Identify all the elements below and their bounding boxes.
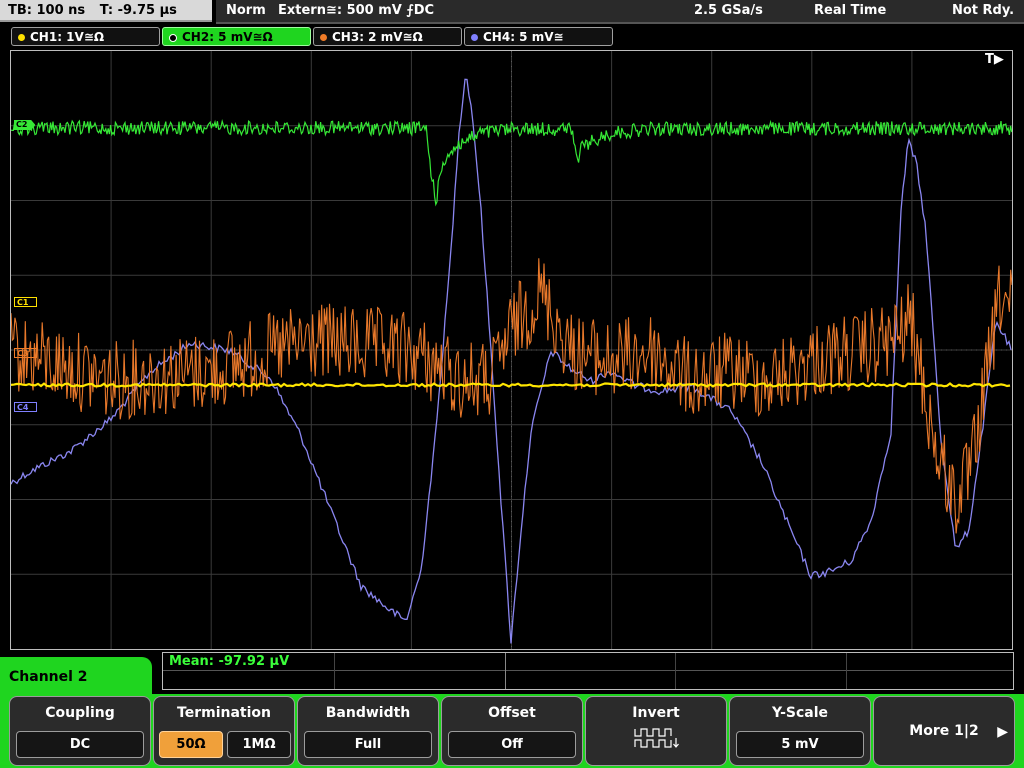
yscale-title: Y-Scale	[771, 705, 828, 721]
trigger-source: Extern≅: 500 mV ⨍DC	[278, 3, 435, 18]
termination-1mohm-option[interactable]: 1MΩ	[227, 731, 291, 758]
ch1-dot-icon	[18, 34, 25, 41]
tab-ch3[interactable]: CH3: 2 mV≅Ω	[313, 27, 462, 46]
termination-50ohm-option[interactable]: 50Ω	[159, 731, 223, 758]
ch1-trace	[11, 382, 1011, 388]
tab-ch2[interactable]: CH2: 5 mV≅Ω	[162, 27, 311, 46]
invert-softkey[interactable]: Invert	[585, 696, 727, 766]
coupling-softkey[interactable]: Coupling DC	[9, 696, 151, 766]
yscale-value[interactable]: 5 mV	[736, 731, 864, 758]
ch1-offset-marker[interactable]: C1	[14, 297, 38, 307]
tab-ch4-label: CH4: 5 mV≅	[483, 30, 564, 44]
ch2-offset-marker[interactable]: C2	[14, 120, 36, 130]
bandwidth-softkey[interactable]: Bandwidth Full	[297, 696, 439, 766]
yscale-softkey[interactable]: Y-Scale 5 mV	[729, 696, 871, 766]
measure-col-divider	[675, 653, 676, 689]
softkey-bar: Coupling DC Termination 50Ω 1MΩ Bandwidt…	[0, 694, 1024, 768]
bandwidth-value[interactable]: Full	[304, 731, 432, 758]
trigger-mode: Norm	[226, 3, 266, 18]
invert-title: Invert	[632, 705, 680, 721]
tab-ch3-label: CH3: 2 mV≅Ω	[332, 30, 423, 44]
invert-waveform-icon	[634, 728, 679, 748]
timebase-panel[interactable]: TB: 100 ns T: -9.75 µs	[0, 0, 212, 22]
measure-col-divider	[505, 653, 506, 689]
trigger-time-value: T: -9.75 µs	[99, 3, 177, 18]
tab-ch4[interactable]: CH4: 5 mV≅	[464, 27, 613, 46]
offset-value[interactable]: Off	[448, 731, 576, 758]
acquisition-mode: Real Time	[814, 3, 887, 18]
measure-divider	[163, 670, 1013, 671]
status-bar: TB: 100 ns T: -9.75 µs Norm Extern≅: 500…	[0, 0, 1024, 24]
coupling-title: Coupling	[45, 705, 115, 721]
tab-ch2-label: CH2: 5 mV≅Ω	[182, 30, 273, 44]
more-label: More 1|2	[909, 723, 979, 739]
measure-col-divider	[846, 653, 847, 689]
waveform-display[interactable]	[10, 50, 1013, 650]
ch3-dot-icon	[320, 34, 327, 41]
sample-rate: 2.5 GSa/s	[694, 3, 763, 18]
timebase-value: TB: 100 ns	[8, 3, 86, 18]
waveform-canvas	[11, 51, 1012, 649]
channel-menu-title: Channel 2	[9, 669, 88, 685]
termination-title: Termination	[177, 705, 271, 721]
termination-softkey[interactable]: Termination 50Ω 1MΩ	[153, 696, 295, 766]
ch4-dot-icon	[471, 34, 478, 41]
bandwidth-title: Bandwidth	[325, 705, 411, 721]
mean-measurement: Mean: -97.92 µV	[169, 654, 290, 669]
measurement-panel[interactable]: Mean: -97.92 µV	[162, 652, 1014, 690]
play-arrow-icon: ▶	[997, 724, 1008, 740]
offset-title: Offset	[488, 705, 536, 721]
ch4-offset-marker[interactable]: C4	[14, 402, 38, 412]
ready-state: Not Rdy.	[952, 3, 1015, 18]
ch3-offset-marker[interactable]: C3	[14, 348, 38, 358]
more-softkey[interactable]: More 1|2 ▶	[873, 696, 1015, 766]
tab-ch1[interactable]: CH1: 1V≅Ω	[11, 27, 160, 46]
trigger-position-marker[interactable]: T▶	[985, 52, 1004, 67]
trigger-panel[interactable]: Norm Extern≅: 500 mV ⨍DC 2.5 GSa/s Real …	[216, 0, 1024, 24]
tab-ch1-label: CH1: 1V≅Ω	[30, 30, 105, 44]
measure-col-divider	[334, 653, 335, 689]
coupling-value[interactable]: DC	[16, 731, 144, 758]
ch2-dot-icon	[169, 33, 177, 42]
offset-softkey[interactable]: Offset Off	[441, 696, 583, 766]
